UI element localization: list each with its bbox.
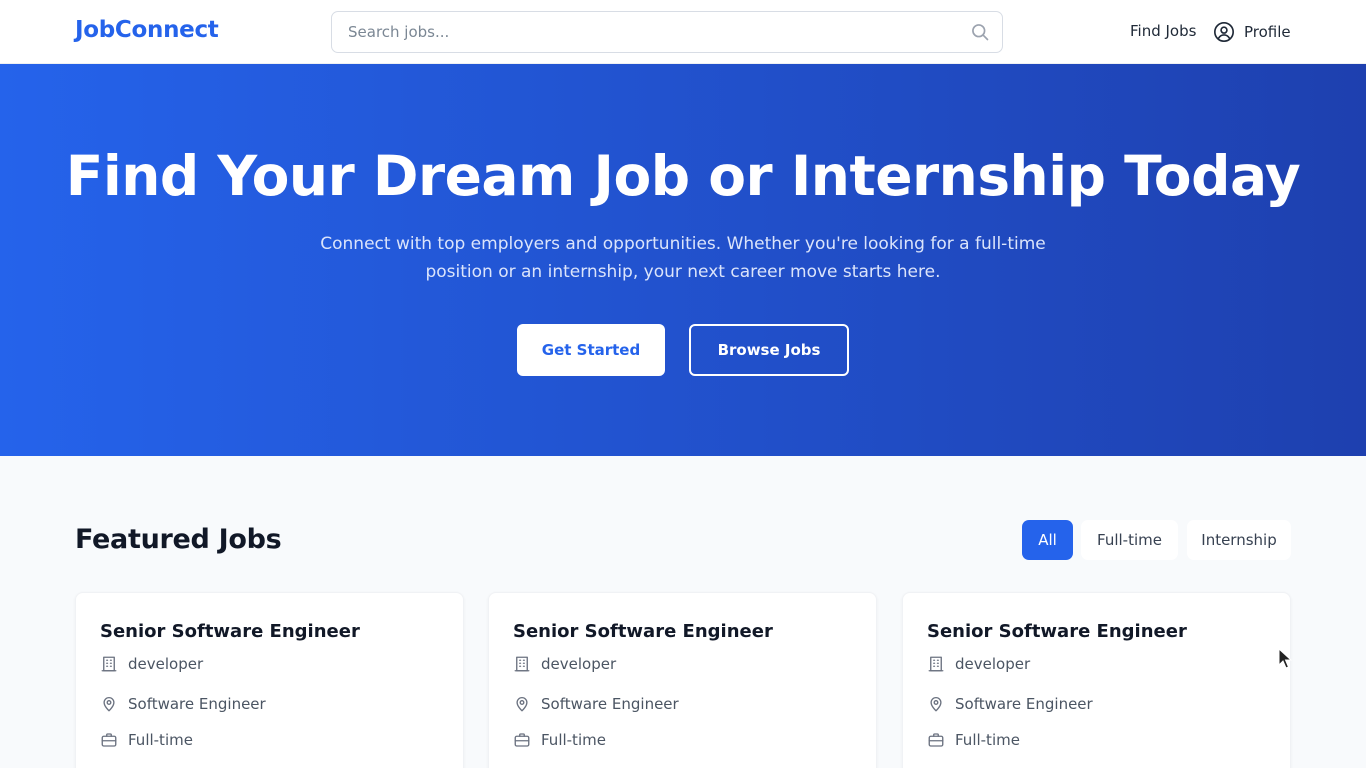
hero-title: Find Your Dream Job or Internship Today xyxy=(65,144,1301,208)
briefcase-icon xyxy=(928,733,944,747)
nav-link-profile[interactable]: Profile xyxy=(1213,21,1291,43)
job-company-row: developer xyxy=(927,655,1030,673)
job-card[interactable]: Senior Software Engineer developer Softw… xyxy=(75,592,464,768)
briefcase-icon xyxy=(514,733,530,747)
job-title[interactable]: Senior Software Engineer xyxy=(513,621,773,642)
featured-jobs-heading: Featured Jobs xyxy=(75,524,282,555)
job-company: developer xyxy=(541,655,617,673)
job-type-row: Full-time xyxy=(513,731,606,749)
filter-internship-button[interactable]: Internship xyxy=(1187,520,1291,560)
nav-link-find-jobs[interactable]: Find Jobs xyxy=(1130,22,1196,40)
filter-all-button[interactable]: All xyxy=(1022,520,1073,560)
job-company-row: developer xyxy=(513,655,616,673)
job-type: Full-time xyxy=(955,731,1020,749)
job-location: Software Engineer xyxy=(128,695,266,713)
search-icon[interactable] xyxy=(970,22,990,42)
briefcase-icon xyxy=(101,733,117,747)
job-type-row: Full-time xyxy=(927,731,1020,749)
hero-subtitle-line-1: Connect with top employers and opportuni… xyxy=(320,234,1046,254)
browse-jobs-button[interactable]: Browse Jobs xyxy=(689,324,849,376)
hero-subtitle-line-2: position or an internship, your next car… xyxy=(425,262,941,282)
search-box[interactable] xyxy=(331,11,1003,53)
job-type: Full-time xyxy=(541,731,606,749)
mouse-cursor-icon xyxy=(1278,648,1292,669)
map-pin-icon xyxy=(930,697,942,712)
filter-full-time-button[interactable]: Full-time xyxy=(1081,520,1178,560)
building-icon xyxy=(101,656,117,672)
job-card[interactable]: Senior Software Engineer developer Softw… xyxy=(488,592,877,768)
job-location-row: Software Engineer xyxy=(927,695,1093,713)
job-title[interactable]: Senior Software Engineer xyxy=(927,621,1187,642)
job-company: developer xyxy=(128,655,204,673)
job-company: developer xyxy=(955,655,1031,673)
job-location-row: Software Engineer xyxy=(100,695,266,713)
hero-subtitle: Connect with top employers and opportuni… xyxy=(293,230,1073,286)
building-icon xyxy=(928,656,944,672)
building-icon xyxy=(514,656,530,672)
nav-profile-label: Profile xyxy=(1244,23,1291,41)
map-pin-icon xyxy=(516,697,528,712)
user-circle-icon xyxy=(1214,22,1234,42)
job-type-row: Full-time xyxy=(100,731,193,749)
top-nav-bar: JobConnect Find Jobs Profile xyxy=(0,0,1366,64)
search-input[interactable] xyxy=(333,13,953,51)
job-card[interactable]: Senior Software Engineer developer Softw… xyxy=(902,592,1291,768)
job-location-row: Software Engineer xyxy=(513,695,679,713)
map-pin-icon xyxy=(103,697,115,712)
logo[interactable]: JobConnect xyxy=(75,17,219,43)
get-started-button[interactable]: Get Started xyxy=(517,324,665,376)
job-title[interactable]: Senior Software Engineer xyxy=(100,621,360,642)
job-location: Software Engineer xyxy=(541,695,679,713)
job-type: Full-time xyxy=(128,731,193,749)
job-location: Software Engineer xyxy=(955,695,1093,713)
hero-banner: Find Your Dream Job or Internship Today … xyxy=(0,64,1366,456)
job-company-row: developer xyxy=(100,655,203,673)
